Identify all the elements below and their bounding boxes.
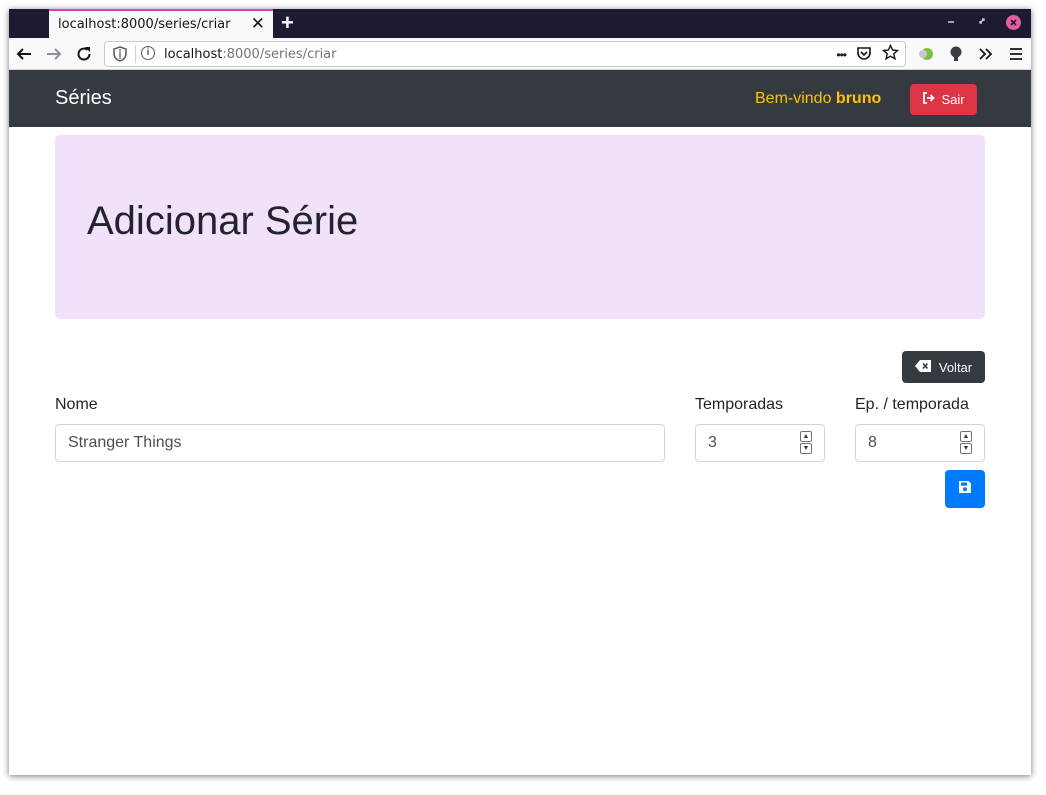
username: bruno: [835, 90, 882, 107]
seasons-decrement-icon[interactable]: ▼: [800, 443, 812, 454]
bookmark-star-icon[interactable]: [881, 43, 900, 65]
page-header-jumbotron: Adicionar Série: [55, 135, 985, 319]
backspace-icon: [914, 359, 931, 375]
url-path: :8000/series/criar: [222, 47, 337, 62]
overflow-chevron-icon[interactable]: [975, 43, 997, 65]
tab-strip: localhost:8000/series/criar ✕ +: [9, 9, 1031, 38]
name-label: Nome: [55, 396, 98, 413]
episodes-number-input[interactable]: 8 ▲ ▼: [855, 424, 985, 462]
pocket-icon[interactable]: [856, 45, 872, 65]
name-input[interactable]: Stranger Things: [55, 424, 665, 462]
tracking-shield-icon[interactable]: [113, 46, 127, 65]
episodes-input-value: 8: [868, 434, 877, 451]
browser-tab[interactable]: localhost:8000/series/criar ✕: [49, 9, 273, 38]
welcome-message: Bem-vindo bruno: [755, 90, 881, 108]
url-host: localhost: [164, 47, 223, 62]
logout-button[interactable]: Sair: [910, 84, 977, 115]
episodes-increment-icon[interactable]: ▲: [960, 431, 972, 442]
save-button[interactable]: [945, 470, 985, 508]
window-controls: [944, 15, 1021, 30]
app-navbar: Séries Bem-vindo bruno Sair: [9, 70, 1031, 127]
reload-icon[interactable]: [73, 43, 95, 65]
logout-label: Sair: [941, 92, 965, 107]
page-actions-icon[interactable]: •••: [836, 48, 847, 62]
hamburger-menu-icon[interactable]: [1005, 43, 1027, 65]
seasons-label: Temporadas: [695, 396, 784, 413]
seasons-spinner: ▲ ▼: [800, 431, 812, 455]
welcome-prefix: Bem-vindo: [755, 90, 836, 107]
extension-bulb-icon[interactable]: [945, 43, 967, 65]
address-actions: •••: [836, 43, 900, 65]
restore-icon[interactable]: [975, 16, 988, 29]
sign-out-icon: [922, 92, 936, 107]
extension-js-icon[interactable]: [915, 43, 937, 65]
address-bar[interactable]: i localhost:8000/series/criar •••: [104, 41, 906, 67]
name-input-value: Stranger Things: [68, 434, 182, 451]
url-text[interactable]: localhost:8000/series/criar: [164, 47, 337, 62]
seasons-number-input[interactable]: 3 ▲ ▼: [695, 424, 825, 462]
seasons-increment-icon[interactable]: ▲: [800, 431, 812, 442]
site-info-icon[interactable]: i: [141, 46, 155, 60]
tab-title: localhost:8000/series/criar: [58, 17, 231, 32]
episodes-label: Ep. / temporada: [855, 396, 969, 413]
back-button[interactable]: Voltar: [902, 351, 985, 383]
window-close-icon[interactable]: [1006, 15, 1021, 30]
episodes-spinner: ▲ ▼: [960, 431, 972, 455]
navbar-brand[interactable]: Séries: [55, 87, 112, 110]
browser-window: localhost:8000/series/criar ✕ + i localh…: [9, 9, 1031, 775]
back-arrow-icon[interactable]: [13, 43, 35, 65]
page-title: Adicionar Série: [87, 199, 359, 243]
minimize-icon[interactable]: [944, 16, 957, 29]
nav-toolbar: i localhost:8000/series/criar •••: [9, 38, 1031, 70]
forward-arrow-icon[interactable]: [43, 43, 65, 65]
tab-close-icon[interactable]: ✕: [251, 15, 265, 33]
address-separator: [135, 45, 136, 63]
episodes-decrement-icon[interactable]: ▼: [960, 443, 972, 454]
new-tab-button[interactable]: +: [281, 11, 294, 35]
back-label: Voltar: [938, 359, 973, 375]
save-floppy-icon: [958, 480, 972, 499]
seasons-input-value: 3: [708, 434, 717, 451]
